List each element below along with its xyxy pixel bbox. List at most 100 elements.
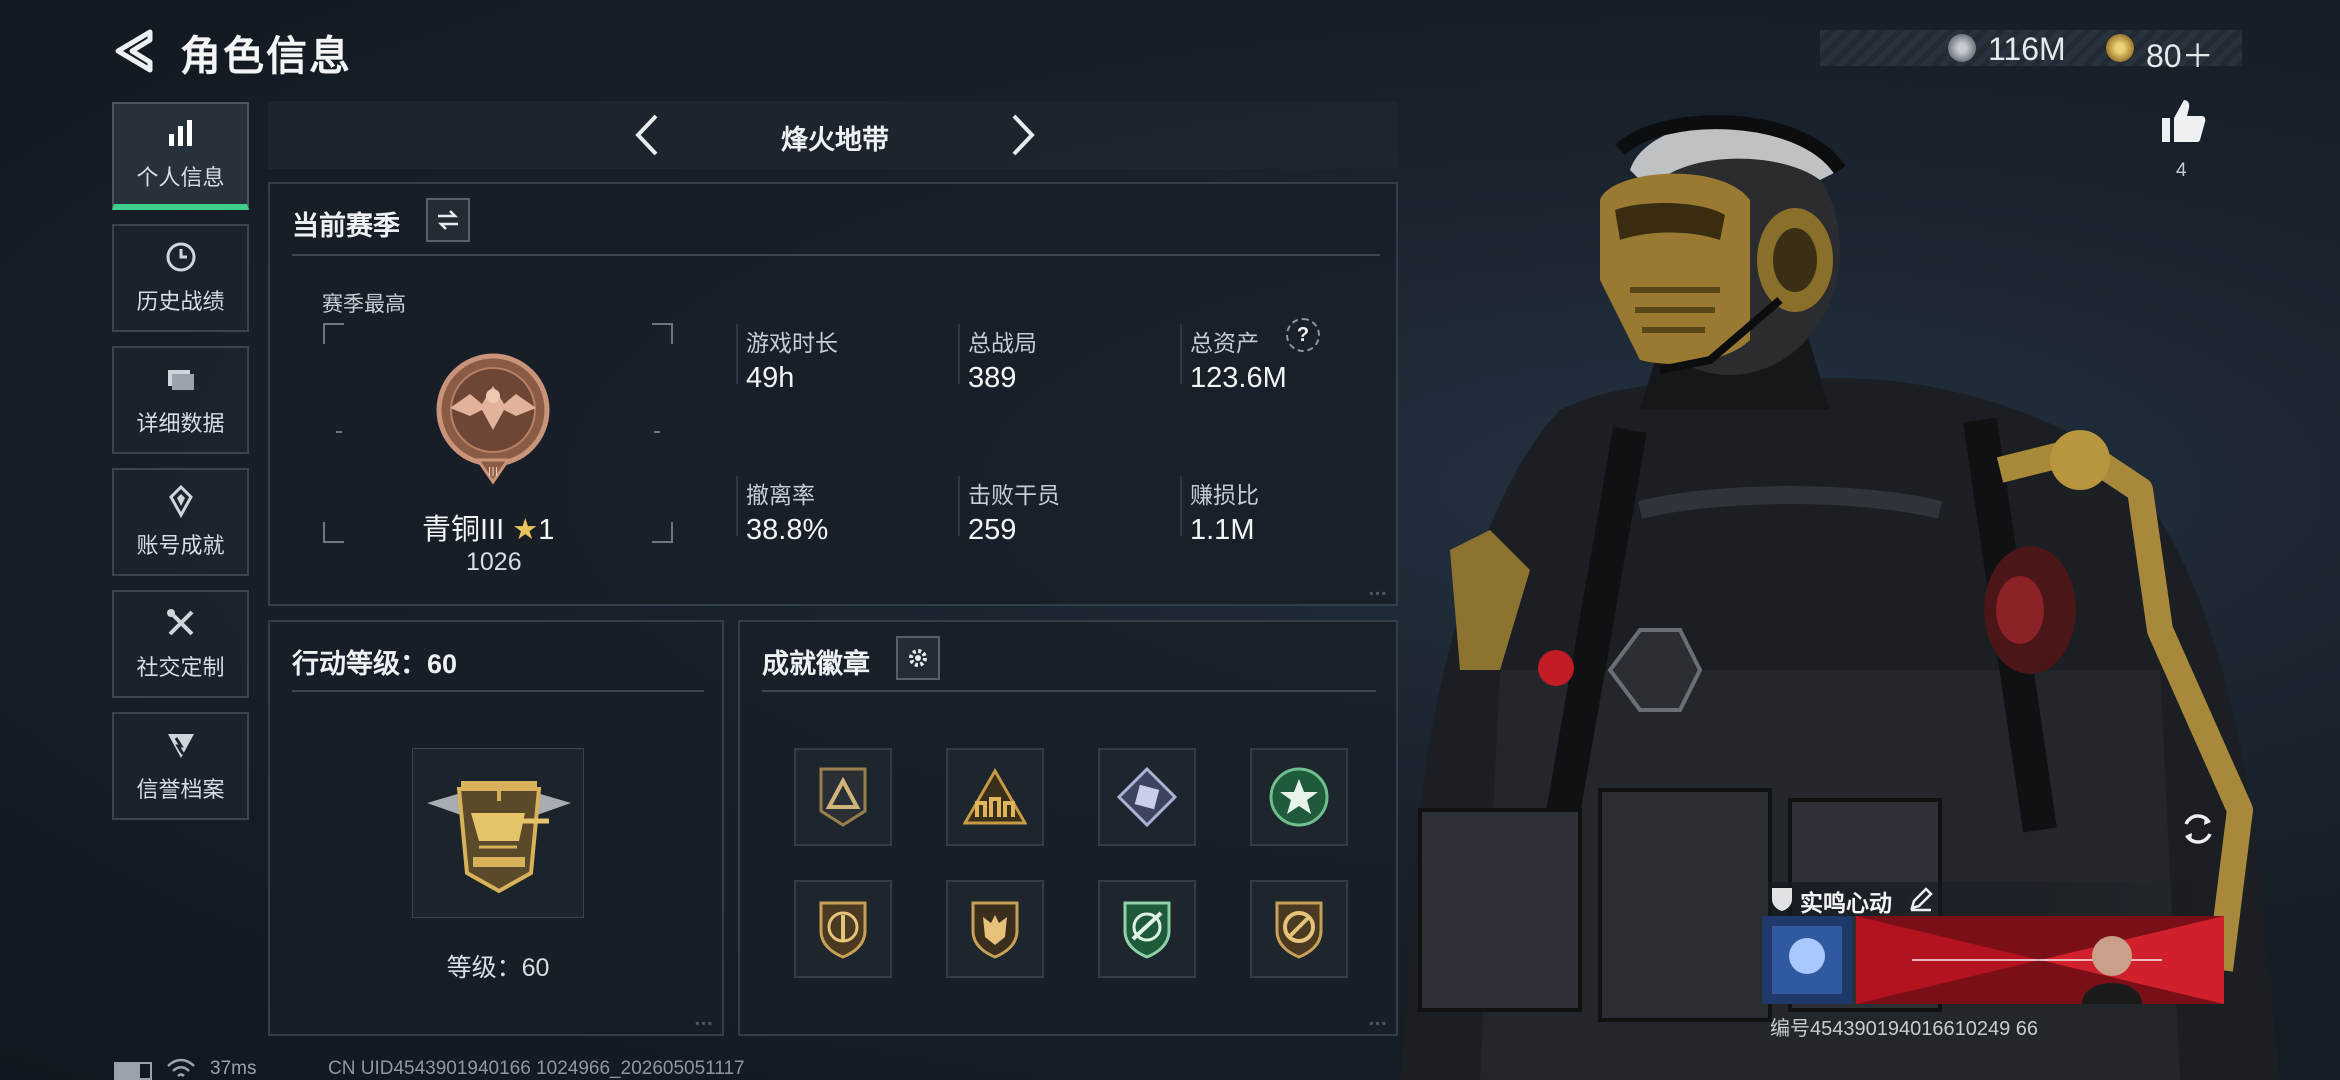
- edit-icon[interactable]: [1908, 886, 1934, 912]
- battery-icon: [114, 1062, 152, 1080]
- achievement-badge[interactable]: [1250, 880, 1348, 978]
- thumbs-up-icon[interactable]: [2158, 96, 2208, 146]
- achievement-badge[interactable]: [1098, 748, 1196, 846]
- helicopter-emblem-icon: [427, 781, 571, 894]
- gold-coin-icon: [2106, 34, 2134, 62]
- stat-label: 总战局: [968, 330, 1037, 356]
- back-icon[interactable]: [110, 26, 160, 76]
- sidebar-item-label: 社交定制: [136, 655, 225, 680]
- stat-label: 赚损比: [1190, 482, 1259, 508]
- rotate-icon[interactable]: [2177, 808, 2219, 850]
- user-uid: CN UID4543901940166 1024966_202605051117: [328, 1058, 745, 1079]
- sidebar-item-label: 信誉档案: [136, 777, 225, 802]
- stat-label: 撤离率: [746, 482, 815, 508]
- rank-name: 青铜III: [422, 514, 505, 546]
- credit-icon: [167, 734, 194, 758]
- sidebar-item-credit[interactable]: 信誉档案: [112, 712, 249, 820]
- sidebar-item-label: 详细数据: [136, 411, 225, 436]
- achievement-icon: [168, 484, 193, 518]
- map-name: 烽火地带: [781, 125, 889, 155]
- clock-icon: [166, 242, 195, 272]
- stat-value: 49h: [746, 362, 795, 394]
- level-text: 等级：60: [446, 954, 550, 982]
- shield-knife-badge-icon: [819, 901, 867, 959]
- tools-icon: [166, 609, 193, 636]
- sidebar-item-social[interactable]: 社交定制: [112, 590, 249, 698]
- shield-rifle-badge-icon: [1123, 901, 1171, 959]
- achievement-badge[interactable]: [946, 748, 1044, 846]
- badge-settings-button[interactable]: [896, 636, 940, 680]
- squad-badge-icon: [963, 767, 1027, 825]
- achievement-title: 成就徽章: [762, 649, 870, 679]
- bronze-rank-emblem-icon: III: [436, 353, 550, 485]
- gold-currency-value[interactable]: 80＋: [2146, 31, 2214, 77]
- sidebar-item-label: 账号成就: [136, 533, 225, 558]
- stat-separator: [736, 476, 738, 536]
- star-icon: ★: [512, 514, 539, 546]
- stat-label: 总资产: [1190, 330, 1259, 356]
- chevron-left-icon[interactable]: [628, 110, 668, 160]
- sidebar-item-personal-info[interactable]: 个人信息: [112, 102, 249, 210]
- season-best-label: 赛季最高: [322, 293, 406, 316]
- action-level-title: 行动等级：60: [292, 649, 458, 679]
- season-title: 当前赛季: [292, 211, 400, 241]
- name-card-banner[interactable]: [1762, 916, 2224, 1004]
- swap-icon: [437, 210, 459, 230]
- stat-value: 1.1M: [1190, 514, 1255, 546]
- achievement-panel: 成就徽章 ▪▪▪: [738, 620, 1398, 1036]
- player-card-id: 编号454390194016610249 66: [1770, 1018, 2039, 1040]
- divider: [292, 690, 704, 692]
- shield-beast-badge-icon: [971, 901, 1019, 959]
- stat-separator: [958, 476, 960, 536]
- ping-value: 37ms: [210, 1058, 257, 1079]
- achievement-badge[interactable]: [1098, 880, 1196, 978]
- bar-chart-icon: [168, 120, 192, 146]
- rank-points: 1026: [466, 548, 522, 576]
- stat-separator: [1180, 476, 1182, 536]
- like-count: 4: [2176, 160, 2187, 181]
- help-icon[interactable]: ?: [1286, 318, 1320, 352]
- star-wreath-badge-icon: [1269, 767, 1329, 827]
- achievement-badge[interactable]: [946, 880, 1044, 978]
- gear-icon: [909, 649, 927, 667]
- chevron-right-icon[interactable]: [1002, 110, 1042, 160]
- stat-value: 123.6M: [1190, 362, 1287, 394]
- achievement-badge[interactable]: [1250, 748, 1348, 846]
- folder-icon: [167, 370, 194, 390]
- triangle-badge-icon: [819, 767, 867, 827]
- divider: [762, 690, 1376, 692]
- achievement-badge[interactable]: [794, 748, 892, 846]
- sidebar-item-label: 历史战绩: [136, 289, 225, 314]
- stat-value: 38.8%: [746, 514, 829, 546]
- silver-coin-icon: [1948, 34, 1976, 62]
- shield-ban-badge-icon: [1275, 901, 1323, 959]
- sidebar-item-achievements[interactable]: 账号成就: [112, 468, 249, 576]
- season-panel: 当前赛季 赛季最高 III 青铜III ★1 1026 游戏时长 49h 总战局…: [268, 182, 1398, 606]
- silver-currency-value: 116M: [1988, 31, 2066, 67]
- stat-separator: [736, 324, 738, 384]
- corner-decoration: ▪▪▪: [695, 1016, 714, 1030]
- shield-badge-icon: [1772, 888, 1792, 911]
- wifi-icon: [167, 1058, 195, 1077]
- stat-label: 击败干员: [968, 482, 1060, 508]
- action-level-panel: 行动等级：60 等级：60 ▪▪▪: [268, 620, 724, 1036]
- level-emblem-frame: [412, 748, 584, 918]
- stat-value: 389: [968, 362, 1017, 394]
- stat-value: 259: [968, 514, 1017, 546]
- achievement-badge[interactable]: [794, 880, 892, 978]
- divider: [292, 254, 1380, 256]
- svg-text:III: III: [488, 465, 499, 479]
- stat-separator: [1180, 324, 1182, 384]
- sidebar-item-label: 个人信息: [136, 165, 225, 190]
- diamond-badge-icon: [1116, 766, 1178, 828]
- stat-separator: [958, 324, 960, 384]
- rank-stars: 1: [538, 514, 555, 546]
- switch-season-button[interactable]: [426, 198, 470, 242]
- stat-label: 游戏时长: [746, 330, 838, 356]
- page-title: 角色信息: [180, 33, 352, 79]
- sidebar-item-history[interactable]: 历史战绩: [112, 224, 249, 332]
- currency-bar: 116M 80＋: [1820, 30, 2242, 74]
- player-card-name: 实鸣心动: [1800, 890, 1892, 916]
- rank-name-row: 青铜III ★1: [422, 506, 572, 548]
- sidebar-item-details[interactable]: 详细数据: [112, 346, 249, 454]
